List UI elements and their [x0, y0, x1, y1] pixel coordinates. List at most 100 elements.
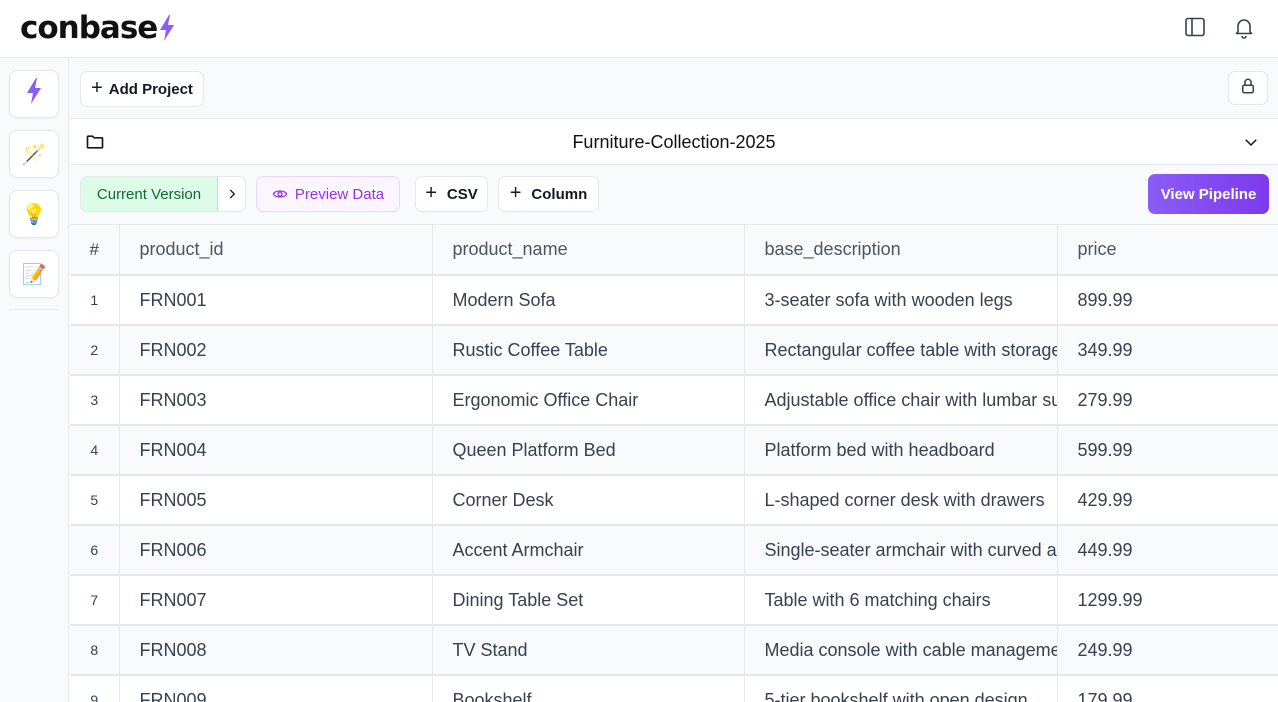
table-cell[interactable]: Media console with cable managemer	[744, 625, 1058, 676]
column-label: Column	[531, 185, 588, 203]
table-cell[interactable]: FRN004	[119, 425, 433, 476]
add-csv-button[interactable]: + CSV	[415, 176, 488, 212]
row-index: 8	[70, 625, 120, 676]
current-version-badge[interactable]: Current Version	[81, 177, 218, 211]
table-cell[interactable]: Rectangular coffee table with storage	[744, 325, 1058, 376]
table-cell[interactable]: FRN001	[119, 275, 433, 326]
rail-divider	[9, 309, 59, 310]
lock-button[interactable]	[1228, 71, 1268, 105]
project-selector[interactable]: Furniture-Collection-2025	[70, 118, 1278, 165]
table-cell[interactable]: Bookshelf	[432, 675, 745, 702]
table-cell[interactable]: TV Stand	[432, 625, 745, 676]
table-cell[interactable]: Single-seater armchair with curved arr	[744, 525, 1058, 576]
csv-label: CSV	[446, 185, 478, 203]
eye-icon	[272, 190, 288, 198]
table-row[interactable]: 7 FRN007 Dining Table Set Table with 6 matc…	[70, 575, 1278, 626]
column-header[interactable]: price	[1057, 225, 1278, 276]
table-cell[interactable]: 5-tier bookshelf with open design	[744, 675, 1058, 702]
table-row[interactable]: 5 FRN005 Corner Desk L-shaped corner desk w…	[70, 475, 1278, 526]
column-header[interactable]: #	[70, 225, 120, 276]
table-cell[interactable]: Platform bed with headboard	[744, 425, 1058, 476]
table-cell[interactable]: FRN006	[119, 525, 433, 576]
row-index: 6	[70, 525, 120, 576]
table-cell[interactable]: FRN009	[119, 675, 433, 702]
row-index: 1	[70, 275, 120, 326]
plus-icon: +	[91, 76, 103, 99]
row-index: 4	[70, 425, 120, 476]
table-row[interactable]: 9 FRN009 Bookshelf 5-tier bookshelf with op…	[70, 675, 1278, 702]
table-cell[interactable]: FRN008	[119, 625, 433, 676]
table-cell[interactable]: 1299.99	[1057, 575, 1278, 626]
lightning-icon	[26, 78, 42, 110]
chevron-down-icon[interactable]	[1242, 133, 1260, 156]
table-cell[interactable]: Adjustable office chair with lumbar sup	[744, 375, 1058, 426]
column-header[interactable]: product_id	[119, 225, 433, 276]
logo[interactable]: conbase	[20, 8, 175, 48]
table-cell[interactable]: Table with 6 matching chairs	[744, 575, 1058, 626]
row-index: 2	[70, 325, 120, 376]
version-selector[interactable]: Current Version	[80, 176, 246, 212]
table-cell[interactable]: Rustic Coffee Table	[432, 325, 745, 376]
table-row[interactable]: 8 FRN008 TV Stand Media console with cable …	[70, 625, 1278, 676]
add-project-label: Add Project	[108, 80, 193, 98]
add-column-button[interactable]: + Column	[498, 176, 599, 212]
project-title: Furniture-Collection-2025	[572, 132, 776, 152]
table-cell[interactable]: FRN002	[119, 325, 433, 376]
table-cell[interactable]: Corner Desk	[432, 475, 745, 526]
table-cell[interactable]: L-shaped corner desk with drawers	[744, 475, 1058, 526]
chevron-right-icon[interactable]	[218, 177, 245, 211]
preview-data-label: Preview Data	[294, 185, 385, 203]
data-toolbar: Current Version Preview Data + CSV + Col…	[70, 165, 1278, 224]
table-row[interactable]: 1 FRN001 Modern Sofa 3-seater sofa with woo…	[70, 275, 1278, 326]
rail-button-pipeline[interactable]	[9, 70, 59, 118]
table-cell[interactable]: 349.99	[1057, 325, 1278, 376]
top-bar: conbase	[0, 0, 1278, 58]
table-cell[interactable]: Modern Sofa	[432, 275, 745, 326]
view-pipeline-button[interactable]: View Pipeline	[1148, 174, 1269, 214]
table-cell[interactable]: Ergonomic Office Chair	[432, 375, 745, 426]
bell-icon[interactable]	[1232, 15, 1256, 39]
data-table: # product_id product_name base_descripti…	[70, 224, 1278, 702]
preview-data-button[interactable]: Preview Data	[256, 176, 400, 212]
table-cell[interactable]: 279.99	[1057, 375, 1278, 426]
rail-button-notes[interactable]: 📝	[9, 250, 59, 298]
table-cell[interactable]: 449.99	[1057, 525, 1278, 576]
add-project-button[interactable]: + Add Project	[80, 71, 204, 107]
rail-button-ideas[interactable]: 💡	[9, 190, 59, 238]
table-cell[interactable]: FRN005	[119, 475, 433, 526]
row-index: 9	[70, 675, 120, 702]
memo-icon: 📝	[21, 263, 47, 286]
table-cell[interactable]: Accent Armchair	[432, 525, 745, 576]
table-cell[interactable]: FRN007	[119, 575, 433, 626]
row-index: 7	[70, 575, 120, 626]
table-cell[interactable]: 3-seater sofa with wooden legs	[744, 275, 1058, 326]
table-cell[interactable]: 899.99	[1057, 275, 1278, 326]
row-index: 3	[70, 375, 120, 426]
table-cell[interactable]: 429.99	[1057, 475, 1278, 526]
table-row[interactable]: 6 FRN006 Accent Armchair Single-seater armc…	[70, 525, 1278, 576]
table-cell[interactable]: FRN003	[119, 375, 433, 426]
column-header[interactable]: base_description	[744, 225, 1058, 276]
table-row[interactable]: 4 FRN004 Queen Platform Bed Platform bed wi…	[70, 425, 1278, 476]
table-cell[interactable]: 249.99	[1057, 625, 1278, 676]
table-cell[interactable]: Dining Table Set	[432, 575, 745, 626]
row-index: 5	[70, 475, 120, 526]
table-cell[interactable]: 179.99	[1057, 675, 1278, 702]
main-area: + Add Project Furniture-Collection-2025 …	[70, 58, 1278, 702]
table-header-row: # product_id product_name base_descripti…	[70, 225, 1278, 276]
rail-button-magic[interactable]: 🪄	[9, 130, 59, 178]
table-cell[interactable]: 599.99	[1057, 425, 1278, 476]
table-row[interactable]: 2 FRN002 Rustic Coffee Table Rectangular co…	[70, 325, 1278, 376]
lightning-icon	[159, 14, 175, 46]
plus-icon: +	[509, 181, 522, 204]
table-cell[interactable]: Queen Platform Bed	[432, 425, 745, 476]
column-header[interactable]: product_name	[432, 225, 745, 276]
left-rail: 🪄 💡 📝	[0, 58, 69, 702]
lightbulb-icon: 💡	[21, 203, 47, 226]
lock-icon	[1239, 77, 1257, 99]
magic-wand-icon: 🪄	[21, 143, 47, 166]
logo-text: conbase	[20, 10, 158, 46]
table-row[interactable]: 3 FRN003 Ergonomic Office Chair Adjustable …	[70, 375, 1278, 426]
sidebar-toggle-icon[interactable]	[1183, 15, 1207, 39]
plus-icon: +	[425, 181, 437, 204]
